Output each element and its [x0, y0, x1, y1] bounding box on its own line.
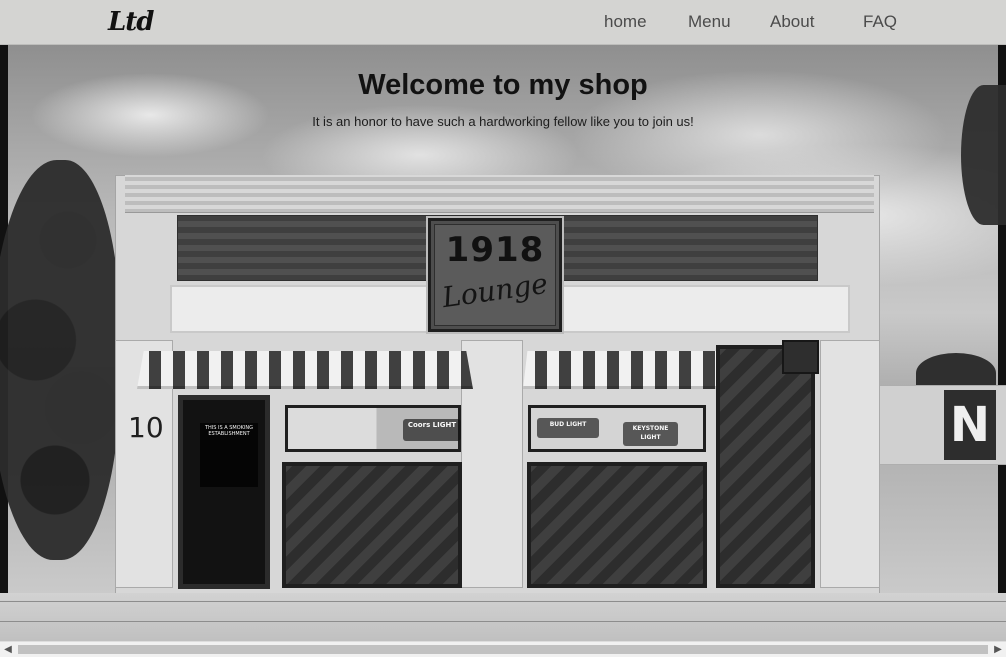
left-tree — [0, 160, 120, 560]
hero-section: N 1918 Lounge 10 THIS IS A SMOKING ESTAB… — [0, 45, 1006, 641]
left-awning — [137, 351, 473, 389]
lounge-sign: 1918 Lounge — [428, 218, 562, 332]
hero-text-block: Welcome to my shop It is an honor to hav… — [0, 67, 1006, 131]
sidewalk-line-bottom — [0, 621, 1006, 622]
right-pillar — [820, 340, 880, 588]
scrollbar-thumb[interactable] — [18, 645, 988, 654]
nav-links: home Menu About FAQ — [586, 0, 1006, 45]
storefront-building: 1918 Lounge 10 THIS IS A SMOKING ESTABLI… — [115, 175, 880, 597]
lounge-sign-panel: 1918 Lounge — [434, 224, 556, 326]
beer-sign-keystone: KEYSTONE LIGHT — [623, 422, 678, 446]
address-number: 10 — [128, 411, 164, 444]
nav-link-home[interactable]: home — [604, 10, 647, 34]
beer-sign-bud-light: BUD LIGHT — [537, 418, 599, 438]
page: Ltd home Menu About FAQ N 1918 Lounge 10… — [0, 0, 1006, 657]
hero-subtitle: It is an honor to have such a hardworkin… — [312, 114, 694, 129]
scroll-left-arrow-icon[interactable]: ◀ — [0, 642, 16, 657]
lounge-word: Lounge — [440, 266, 550, 315]
right-background-sign: N — [944, 390, 996, 460]
hero-title: Welcome to my shop — [358, 69, 648, 101]
scroll-right-arrow-icon[interactable]: ▶ — [990, 642, 1006, 657]
front-door: THIS IS A SMOKING ESTABLISHMENT — [178, 395, 270, 589]
nav-link-menu[interactable]: Menu — [688, 10, 731, 34]
sidewalk — [0, 593, 1006, 641]
door-notice: THIS IS A SMOKING ESTABLISHMENT — [200, 423, 258, 487]
building-roofline — [125, 175, 874, 213]
brand-logo[interactable]: Ltd — [108, 6, 154, 38]
top-navigation-bar: Ltd home Menu About FAQ — [0, 0, 1006, 45]
nav-link-faq[interactable]: FAQ — [863, 10, 897, 34]
lounge-number: 1918 — [445, 230, 545, 270]
right-lower-panel — [527, 462, 707, 588]
sidewalk-line-top — [0, 601, 1006, 602]
horizontal-scrollbar[interactable]: ◀ ▶ — [0, 641, 1006, 657]
beer-sign-coors: Coors LIGHT — [403, 419, 461, 441]
side-panel — [716, 345, 815, 588]
right-awning — [523, 351, 743, 389]
left-lower-panel — [282, 462, 462, 588]
nav-link-about[interactable]: About — [770, 10, 814, 34]
utility-box — [782, 340, 819, 374]
